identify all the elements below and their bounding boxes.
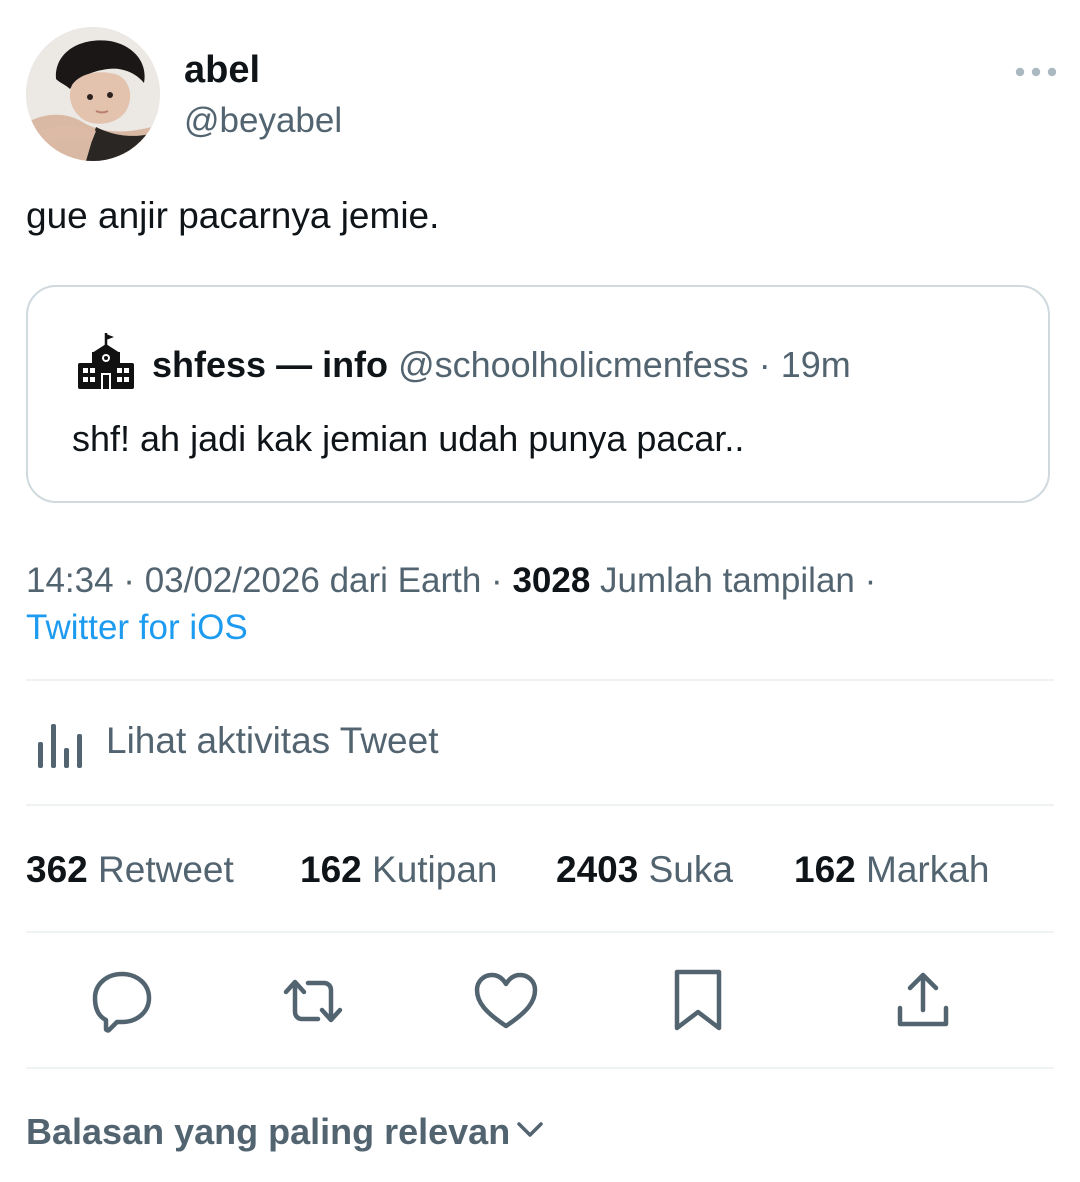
quoted-tweet-text: shf! ah jadi kak jemian udah punya pacar… xyxy=(72,418,745,459)
stat-label: Retweet xyxy=(98,849,234,890)
stat-likes[interactable]: 2403 Suka xyxy=(556,846,733,894)
stat-count: 2403 xyxy=(556,849,639,890)
share-icon xyxy=(897,972,949,1027)
school-building-icon xyxy=(76,331,136,393)
quoted-display-name[interactable]: shfess — info xyxy=(152,344,388,385)
source-link[interactable]: Twitter for iOS xyxy=(26,605,248,651)
stat-label: Suka xyxy=(648,849,733,890)
bar-chart-icon xyxy=(36,716,82,770)
views-label: Jumlah tampilan · xyxy=(590,561,877,600)
chevron-down-icon xyxy=(514,1110,546,1158)
author-handle[interactable]: @beyabel xyxy=(184,100,342,142)
stat-label: Kutipan xyxy=(372,849,498,890)
more-options-button[interactable] xyxy=(1010,58,1062,86)
divider xyxy=(26,804,1054,806)
activity-label: Lihat aktivitas Tweet xyxy=(106,720,439,761)
quoted-meta-text: @schoolholicmenfess · 19m xyxy=(398,344,851,385)
reply-sort-label: Balasan yang paling relevan xyxy=(26,1111,511,1152)
reply-sort-dropdown[interactable]: Balasan yang paling relevan xyxy=(26,1108,546,1158)
quoted-tweet-header: shfess — info @schoolholicmenfess · 19m xyxy=(152,343,851,387)
retweet-icon xyxy=(283,979,343,1023)
reply-icon xyxy=(92,971,152,1033)
author-display-name[interactable]: abel xyxy=(184,48,260,92)
divider xyxy=(26,1067,1054,1069)
stat-retweets[interactable]: 362 Retweet xyxy=(26,846,234,894)
stat-count: 162 xyxy=(300,849,362,890)
share-button[interactable] xyxy=(888,966,958,1036)
profile-photo xyxy=(26,27,160,161)
divider xyxy=(26,931,1054,933)
stat-bookmarks[interactable]: 162 Markah xyxy=(794,846,989,894)
author-avatar[interactable] xyxy=(26,27,160,161)
reply-button[interactable] xyxy=(87,966,157,1036)
bookmark-icon xyxy=(674,969,722,1031)
stat-count: 362 xyxy=(26,849,88,890)
like-icon xyxy=(474,972,538,1029)
tweet-timestamp: 14:34 · 03/02/2026 dari Earth · xyxy=(26,561,513,600)
like-button[interactable] xyxy=(471,966,541,1036)
stat-quotes[interactable]: 162 Kutipan xyxy=(300,846,498,894)
quoted-tweet-card[interactable]: shfess — info @schoolholicmenfess · 19m … xyxy=(26,285,1050,503)
tweet-meta: 14:34 · 03/02/2026 dari Earth · 3028 Jum… xyxy=(26,558,876,604)
retweet-button[interactable] xyxy=(278,966,348,1036)
stat-count: 162 xyxy=(794,849,856,890)
bookmark-button[interactable] xyxy=(663,966,733,1036)
more-icon xyxy=(1015,67,1057,77)
stat-label: Markah xyxy=(866,849,990,890)
tweet-text: gue anjir pacarnya jemie. xyxy=(26,195,440,236)
quoted-handle-time: @schoolholicmenfess · 19m xyxy=(398,344,851,385)
views-count: 3028 xyxy=(512,561,591,600)
view-tweet-activity-button[interactable]: Lihat aktivitas Tweet xyxy=(26,710,1054,774)
divider xyxy=(26,679,1054,681)
